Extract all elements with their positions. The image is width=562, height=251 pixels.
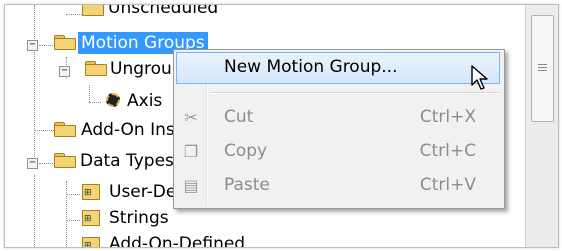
menu-item-paste[interactable]: ▤ Paste Ctrl+V <box>176 170 500 202</box>
vertical-scrollbar[interactable] <box>525 5 558 247</box>
mouse-pointer-icon <box>471 65 488 90</box>
tree-node-data-types[interactable]: Data Types <box>80 150 174 172</box>
tree-node-unscheduled[interactable]: Unscheduled <box>108 5 218 19</box>
tree-guide <box>34 49 35 167</box>
menu-item-label: Copy <box>224 141 268 161</box>
controller-organizer-panel: Unscheduled − Motion Groups − Ungrouped … <box>4 4 559 248</box>
tree-guide <box>34 5 35 41</box>
menu-separator <box>210 92 500 94</box>
tree-guide <box>89 102 101 103</box>
folder-icon <box>54 122 76 137</box>
collapse-expander[interactable]: − <box>27 40 38 51</box>
collapse-expander[interactable]: − <box>59 66 70 77</box>
datatype-folder-icon: ⊞ <box>80 184 100 200</box>
datatype-folder-icon: ⊞ <box>80 210 100 226</box>
folder-icon <box>54 35 76 50</box>
menu-item-label: Paste <box>224 175 270 195</box>
collapse-expander[interactable]: − <box>27 158 38 169</box>
folder-icon <box>82 5 104 16</box>
tree-guide <box>89 85 90 102</box>
menu-item-label: Cut <box>224 107 254 127</box>
menu-item-shortcut: Ctrl+V <box>419 175 476 195</box>
context-menu: New Motion Group... ✂ Cut Ctrl+X ❐ Copy … <box>173 49 505 209</box>
scissors-icon: ✂ <box>184 108 198 127</box>
tree-guide <box>66 181 67 247</box>
menu-item-shortcut: Ctrl+X <box>419 107 476 127</box>
scrollbar-thumb[interactable] <box>531 15 554 122</box>
datatype-folder-icon: ⊞ <box>80 237 100 247</box>
folder-icon <box>85 61 107 76</box>
tree-node-axis[interactable]: Axis <box>127 90 162 112</box>
tree-guide <box>34 175 35 247</box>
menu-item-copy[interactable]: ❐ Copy Ctrl+C <box>176 136 500 168</box>
axis-gear-icon <box>103 91 123 109</box>
tree-guide <box>34 130 56 131</box>
folder-icon <box>54 153 76 168</box>
menu-item-shortcut: Ctrl+C <box>419 141 476 161</box>
tree-node-strings[interactable]: Strings <box>109 207 169 229</box>
menu-item-new-motion-group[interactable]: New Motion Group... <box>176 52 500 84</box>
menu-item-cut[interactable]: ✂ Cut Ctrl+X <box>176 102 500 134</box>
grip-icon <box>538 64 547 65</box>
tree-guide <box>66 220 80 221</box>
tree-guide <box>66 14 82 15</box>
menu-item-label: New Motion Group... <box>224 57 398 77</box>
paste-icon: ▤ <box>183 176 199 195</box>
tree-guide <box>66 194 80 195</box>
copy-icon: ❐ <box>183 142 199 161</box>
tree-node-add-on-defined[interactable]: Add-On-Defined <box>109 233 245 247</box>
